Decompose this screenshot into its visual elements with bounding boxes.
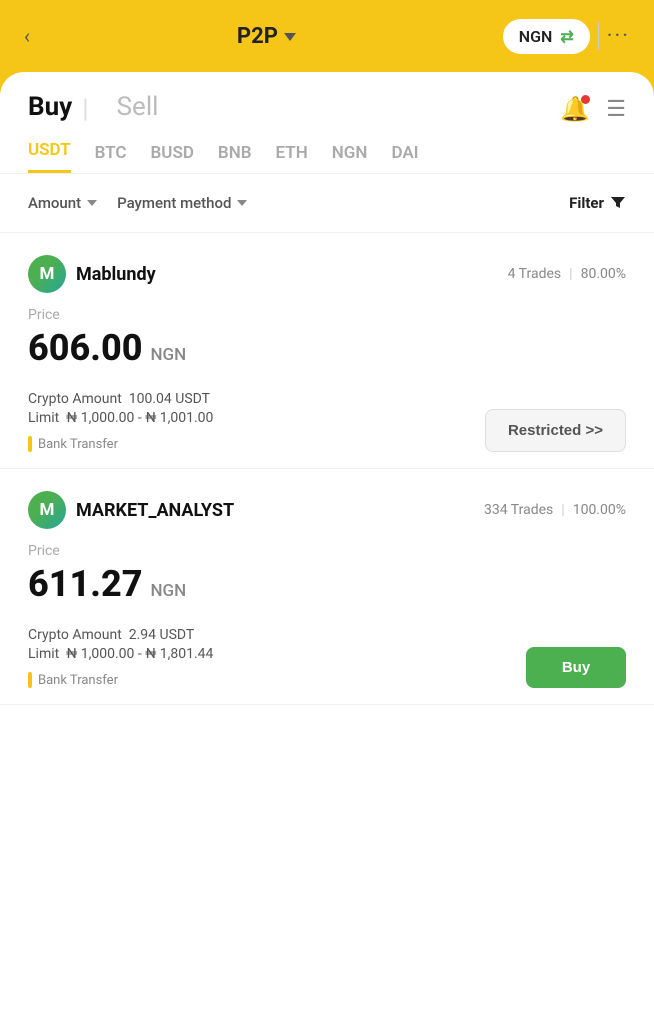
payment-method-0: Bank Transfer <box>38 437 118 452</box>
payment-chevron-icon <box>237 200 247 206</box>
tab-icons: 🔔 ☰ <box>560 95 626 123</box>
trade-sep-1: | <box>561 502 564 518</box>
payment-bar-icon-0 <box>28 436 32 452</box>
currency-selector[interactable]: NGN ⇄ <box>503 19 590 54</box>
amount-label: Amount <box>28 194 81 212</box>
listing-details-1: Crypto Amount 2.94 USDT Limit ₦ 1,000.00… <box>28 619 213 688</box>
crypto-tab-busd[interactable]: BUSD <box>151 143 194 173</box>
listing-item-0: M Mablundy 4 Trades | 80.00% Price 606.0… <box>0 233 654 469</box>
filter-funnel-icon <box>610 195 626 211</box>
crypto-amount-1: 2.94 USDT <box>129 627 195 643</box>
trade-sep-0: | <box>569 266 572 282</box>
price-label-0: Price <box>28 307 626 323</box>
tab-buy[interactable]: Buy <box>28 92 72 126</box>
price-value-0: 606.00 NGN <box>28 327 626 369</box>
seller-avatar-0: M <box>28 255 66 293</box>
price-currency-1: NGN <box>150 581 186 601</box>
crypto-tabs: USDT BTC BUSD BNB ETH NGN DAI <box>0 126 654 174</box>
crypto-tab-bnb[interactable]: BNB <box>218 143 252 173</box>
trade-stats-0: 4 Trades | 80.00% <box>508 266 626 282</box>
listing-top-0: M Mablundy 4 Trades | 80.00% <box>28 255 626 293</box>
seller-name-1: MARKET_ANALYST <box>76 500 234 521</box>
price-currency-0: NGN <box>150 345 186 365</box>
price-label-1: Price <box>28 543 626 559</box>
listing-top-1: M MARKET_ANALYST 334 Trades | 100.00% <box>28 491 626 529</box>
chevron-down-icon[interactable] <box>284 33 296 41</box>
crypto-amount-label-0: Crypto Amount <box>28 391 122 407</box>
completion-rate-0: 80.00% <box>581 266 626 282</box>
limit-label-1: Limit <box>28 646 59 662</box>
limit-label-0: Limit <box>28 410 59 426</box>
payment-method-1: Bank Transfer <box>38 673 118 688</box>
filter-button[interactable]: Filter <box>569 194 626 212</box>
back-icon[interactable]: ‹ <box>24 24 30 48</box>
header: ‹ P2P NGN ⇄ ··· <box>0 0 654 72</box>
crypto-tab-eth[interactable]: ETH <box>276 143 308 173</box>
price-big-0: 606.00 <box>28 327 142 369</box>
crypto-details-0: Crypto Amount 100.04 USDT Limit ₦ 1,000.… <box>28 391 213 426</box>
listing-details-0: Crypto Amount 100.04 USDT Limit ₦ 1,000.… <box>28 383 213 452</box>
payment-tags-1: Bank Transfer <box>28 672 213 688</box>
limit-value-1: ₦ 1,000.00 - ₦ 1,801.44 <box>66 646 213 662</box>
crypto-amount-0: 100.04 USDT <box>129 391 210 407</box>
currency-label: NGN <box>519 27 553 46</box>
payment-tags-0: Bank Transfer <box>28 436 213 452</box>
tab-separator: | <box>82 94 88 124</box>
crypto-amount-label-1: Crypto Amount <box>28 627 122 643</box>
filter-label: Filter <box>569 194 604 212</box>
header-actions: NGN ⇄ ··· <box>503 19 630 54</box>
restricted-button-0[interactable]: Restricted >> <box>485 409 626 452</box>
buy-button-1[interactable]: Buy <box>526 647 626 688</box>
page-title: P2P <box>237 24 278 49</box>
swap-icon: ⇄ <box>560 27 573 46</box>
seller-avatar-1: M <box>28 491 66 529</box>
limit-row-0: Limit ₦ 1,000.00 - ₦ 1,001.00 <box>28 410 213 426</box>
listing-item-1: M MARKET_ANALYST 334 Trades | 100.00% Pr… <box>0 469 654 705</box>
seller-info-0: M Mablundy <box>28 255 156 293</box>
crypto-tab-dai[interactable]: DAI <box>391 143 418 173</box>
price-big-1: 611.27 <box>28 563 142 605</box>
amount-filter[interactable]: Amount <box>28 188 107 218</box>
more-button[interactable]: ··· <box>607 24 630 49</box>
payment-bar-icon-1 <box>28 672 32 688</box>
completion-rate-1: 100.00% <box>573 502 626 518</box>
amount-chevron-icon <box>87 200 97 206</box>
seller-name-0: Mablundy <box>76 264 156 285</box>
back-button[interactable]: ‹ <box>24 24 30 48</box>
main-card: Buy | Sell 🔔 ☰ USDT BTC BUSD BNB ETH NGN… <box>0 72 654 1024</box>
trade-stats-1: 334 Trades | 100.00% <box>484 502 626 518</box>
payment-label: Payment method <box>117 194 231 212</box>
crypto-amount-row-1: Crypto Amount 2.94 USDT <box>28 627 213 643</box>
header-title-section: P2P <box>237 24 296 49</box>
menu-icon[interactable]: ☰ <box>606 97 626 122</box>
crypto-tab-btc[interactable]: BTC <box>95 143 127 173</box>
limit-value-0: ₦ 1,000.00 - ₦ 1,001.00 <box>66 410 213 426</box>
trades-count-0: 4 Trades <box>508 266 562 282</box>
price-value-1: 611.27 NGN <box>28 563 626 605</box>
limit-row-1: Limit ₦ 1,000.00 - ₦ 1,801.44 <box>28 646 213 662</box>
payment-tag-0: Bank Transfer <box>28 436 213 452</box>
trades-count-1: 334 Trades <box>484 502 553 518</box>
tab-sell[interactable]: Sell <box>117 92 159 126</box>
crypto-details-1: Crypto Amount 2.94 USDT Limit ₦ 1,000.00… <box>28 627 213 662</box>
seller-info-1: M MARKET_ANALYST <box>28 491 234 529</box>
notification-button[interactable]: 🔔 <box>560 95 590 123</box>
buy-sell-tabs: Buy | Sell 🔔 ☰ <box>0 72 654 126</box>
crypto-amount-row-0: Crypto Amount 100.04 USDT <box>28 391 213 407</box>
crypto-tab-usdt[interactable]: USDT <box>28 140 71 173</box>
header-divider <box>598 22 599 50</box>
listing-bottom-1: Crypto Amount 2.94 USDT Limit ₦ 1,000.00… <box>28 619 626 688</box>
payment-tag-1: Bank Transfer <box>28 672 213 688</box>
payment-filter[interactable]: Payment method <box>117 188 257 218</box>
crypto-tab-ngn[interactable]: NGN <box>332 143 368 173</box>
filter-row: Amount Payment method Filter <box>0 174 654 233</box>
listing-bottom-0: Crypto Amount 100.04 USDT Limit ₦ 1,000.… <box>28 383 626 452</box>
